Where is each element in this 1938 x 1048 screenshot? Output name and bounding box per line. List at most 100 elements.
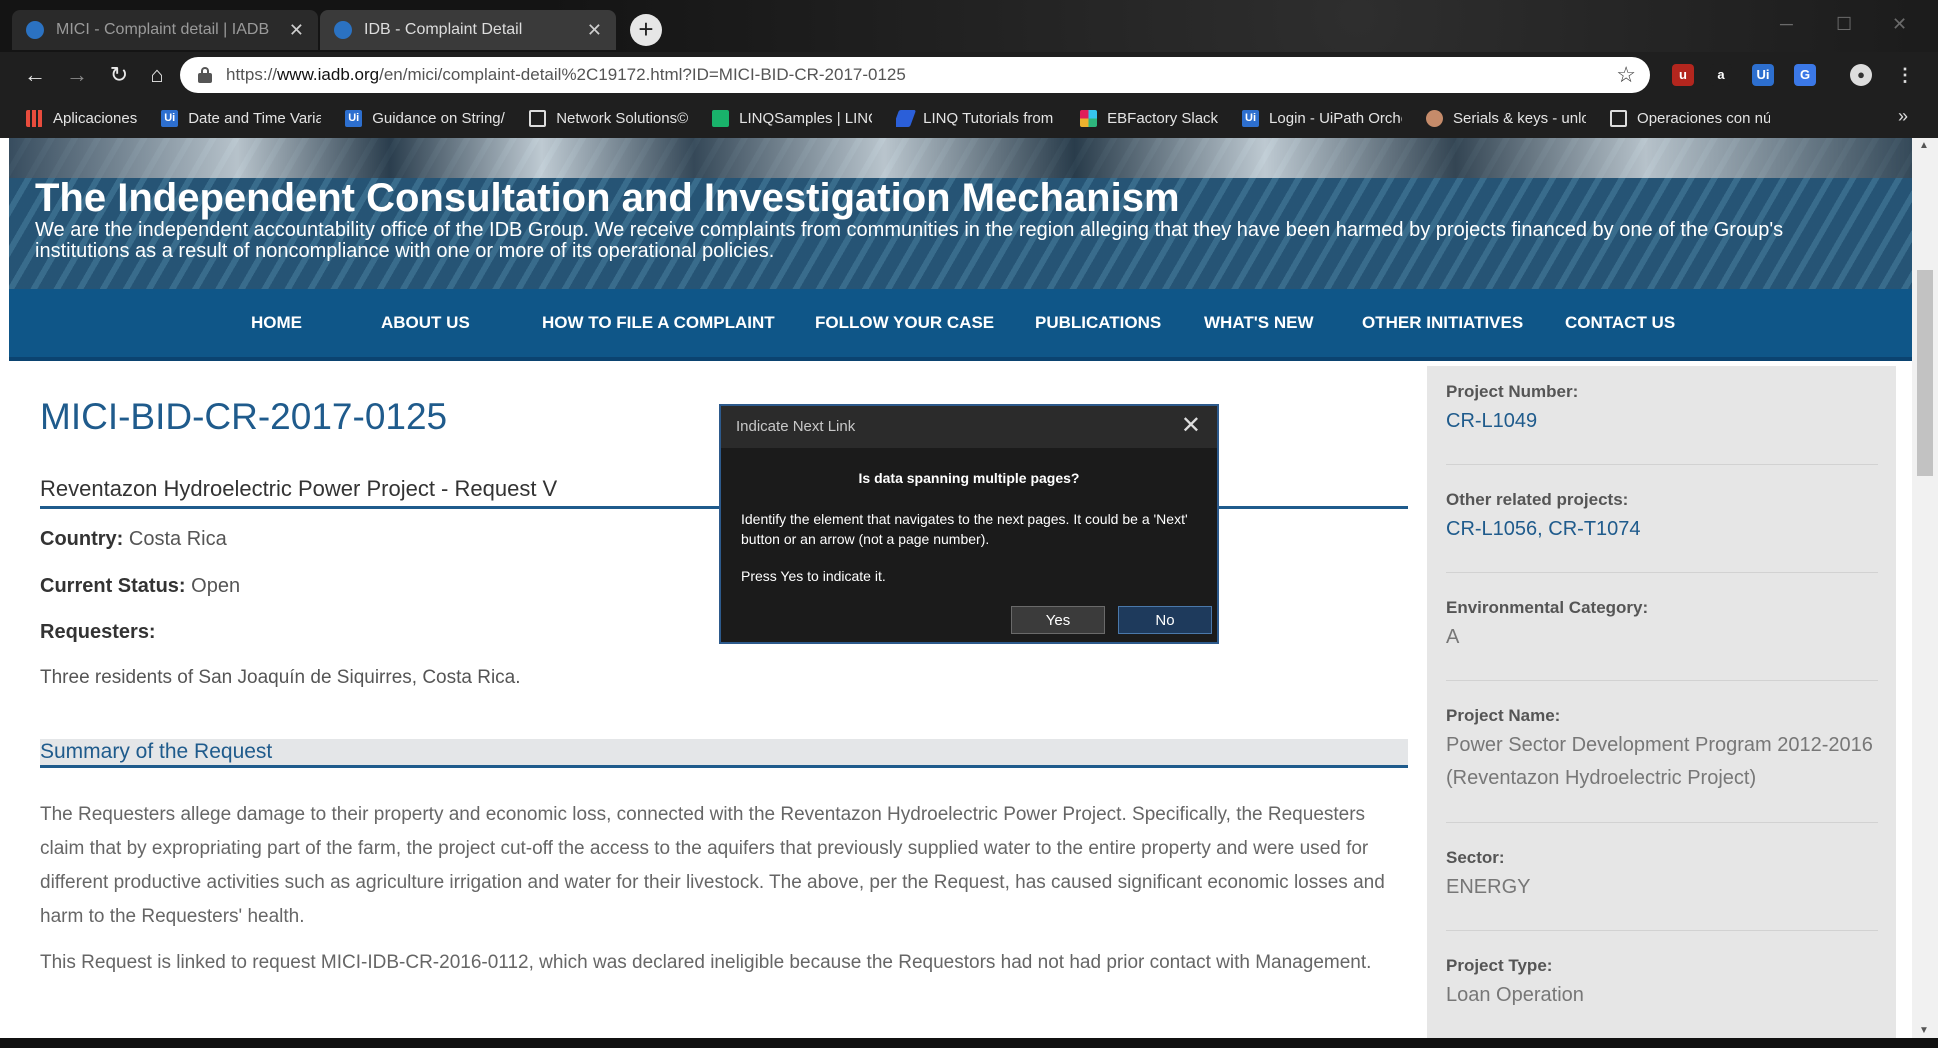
minimize-icon[interactable]: ─ [1780,14,1793,35]
lock-icon [198,67,212,83]
tab-strip: MICI - Complaint detail | IADB ✕ IDB - C… [0,0,1938,52]
browser-toolbar: ← → ↻ ⌂ https://www.iadb.org/en/mici/com… [0,52,1938,98]
translate-extension-icon[interactable]: G [1794,64,1816,86]
tab-close-icon[interactable]: ✕ [289,20,304,41]
summary-paragraph: The Requesters allege damage to their pr… [40,804,1385,927]
reload-icon[interactable]: ↻ [104,60,134,90]
project-type-value: Loan Operation [1446,984,1584,1006]
bookmark-aplicaciones[interactable]: Aplicaciones [26,109,138,127]
amazon-extension-icon[interactable]: a [1710,64,1732,86]
bookmark-label: LINQSamples | LINQ [739,109,873,127]
project-number-link[interactable]: CR-L1049 [1446,405,1878,438]
divider [1446,930,1878,931]
nav-whats-new[interactable]: WHAT'S NEW [1204,313,1314,333]
bookmark-label: Guidance on String/D [372,109,506,127]
project-type-block: Project Type: Loan Operation [1446,956,1878,1012]
nav-about-us[interactable]: ABOUT US [381,313,470,333]
page-scrollbar[interactable]: ▲ ▼ [1912,138,1938,1038]
tab-close-icon[interactable]: ✕ [587,20,602,41]
sector-label: Sector: [1446,848,1505,867]
indicate-next-link-dialog: Indicate Next Link ✕ Is data spanning mu… [719,404,1219,644]
project-type-label: Project Type: [1446,956,1553,975]
banner-photo [9,138,1912,178]
project-name-value: Power Sector Development Program 2012-20… [1446,734,1873,789]
browser-menu-icon[interactable]: ⋮ [1894,64,1916,86]
bookmark-network-solutions[interactable]: Network Solutions© [529,109,689,127]
dialog-hint: Press Yes to indicate it. [741,568,886,584]
requesters-field: Requesters: [40,621,156,644]
project-number-label: Project Number: [1446,382,1579,401]
bookmark-date-time[interactable]: Ui Date and Time Variab [161,109,321,127]
apps-grid-icon [26,109,43,127]
nav-how-to-file[interactable]: HOW TO FILE A COMPLAINT [542,313,775,333]
sector-block: Sector: ENERGY [1446,848,1878,904]
project-sidebar: Project Number: CR-L1049 Other related p… [1427,366,1896,1038]
forward-arrow-icon[interactable]: → [62,60,92,90]
window-close-icon[interactable]: ✕ [1892,14,1907,35]
home-icon[interactable]: ⌂ [142,60,172,90]
related-projects-label: Other related projects: [1446,490,1629,509]
uipath-icon: Ui [161,109,179,127]
project-name-label: Project Name: [1446,706,1561,725]
bookmark-uipath-orchestrator[interactable]: Ui Login - UiPath Orche [1242,109,1402,127]
bookmark-label: Aplicaciones [53,109,138,127]
bookmark-star-icon[interactable]: ☆ [1616,62,1636,88]
address-bar[interactable]: https://www.iadb.org/en/mici/complaint-d… [180,57,1650,93]
main-navigation: HOME ABOUT US HOW TO FILE A COMPLAINT FO… [9,289,1912,361]
requesters-label: Requesters: [40,621,156,643]
bookmark-linq-tutorials[interactable]: LINQ Tutorials from : [896,109,1056,127]
related-projects-links[interactable]: CR-L1056, CR-T1074 [1446,513,1878,546]
profile-avatar-icon[interactable]: ● [1850,64,1872,86]
nav-other-initiatives[interactable]: OTHER INITIATIVES [1362,313,1523,333]
country-label: Country: [40,528,124,550]
nav-follow-your-case[interactable]: FOLLOW YOUR CASE [815,313,994,333]
bookmark-label: EBFactory Slack [1107,109,1219,127]
env-category-value: A [1446,626,1460,648]
file-icon [529,109,547,127]
summary-section-header: Summary of the Request [40,739,1408,767]
scroll-down-icon[interactable]: ▼ [1919,1025,1929,1036]
bookmark-guidance-string[interactable]: Ui Guidance on String/D [345,109,506,127]
no-button[interactable]: No [1118,606,1212,634]
bookmark-label: Network Solutions© [556,109,689,127]
banner-subtitle: We are the independent accountability of… [35,219,1784,262]
yes-button[interactable]: Yes [1011,606,1105,634]
divider [40,765,1408,768]
uipath-icon: Ui [345,109,363,127]
banner-title: The Independent Consultation and Investi… [35,176,1180,220]
linq-icon [712,109,730,127]
tab-idb-complaint-detail[interactable]: IDB - Complaint Detail ✕ [320,10,616,50]
env-category-label: Environmental Category: [1446,598,1649,617]
tab-mici-complaint[interactable]: MICI - Complaint detail | IADB ✕ [12,10,318,50]
bookmark-ebfactory-slack[interactable]: EBFactory Slack [1080,109,1219,127]
project-number-block: Project Number: CR-L1049 [1446,382,1878,438]
divider [1446,822,1878,823]
bookmark-label: Serials & keys - unlo [1453,109,1587,127]
divider [1446,572,1878,573]
more-bookmarks-icon[interactable]: » [1898,106,1908,127]
dialog-close-icon[interactable]: ✕ [1181,411,1201,440]
maximize-icon[interactable]: ☐ [1836,14,1852,35]
dialog-question: Is data spanning multiple pages? [858,470,1080,486]
summary-title: Summary of the Request [40,740,273,763]
url-text[interactable]: https://www.iadb.org/en/mici/complaint-d… [226,65,906,85]
status-value: Open [191,575,241,597]
browser-chrome: MICI - Complaint detail | IADB ✕ IDB - C… [0,0,1938,138]
iadb-favicon-icon [334,21,352,39]
bookmark-linq-samples[interactable]: LINQSamples | LINQ [712,109,873,127]
bookmark-serials-keys[interactable]: Serials & keys - unlo [1426,109,1587,127]
nav-home[interactable]: HOME [251,313,302,333]
dialog-header: Indicate Next Link ✕ [721,406,1217,448]
bookmark-operaciones[interactable]: Operaciones con nún [1610,109,1770,127]
status-field: Current Status: Open [40,575,240,598]
scroll-up-icon[interactable]: ▲ [1919,140,1929,151]
back-arrow-icon[interactable]: ← [20,60,50,90]
nav-contact-us[interactable]: CONTACT US [1565,313,1675,333]
new-tab-button[interactable]: + [630,14,662,46]
tab-title: IDB - Complaint Detail [364,21,523,38]
ublock-extension-icon[interactable]: u [1672,64,1694,86]
requesters-value: Three residents of San Joaquín de Siquir… [40,667,521,688]
uipath-extension-icon[interactable]: Ui [1752,64,1774,86]
nav-publications[interactable]: PUBLICATIONS [1035,313,1161,333]
scroll-thumb[interactable] [1917,270,1933,476]
